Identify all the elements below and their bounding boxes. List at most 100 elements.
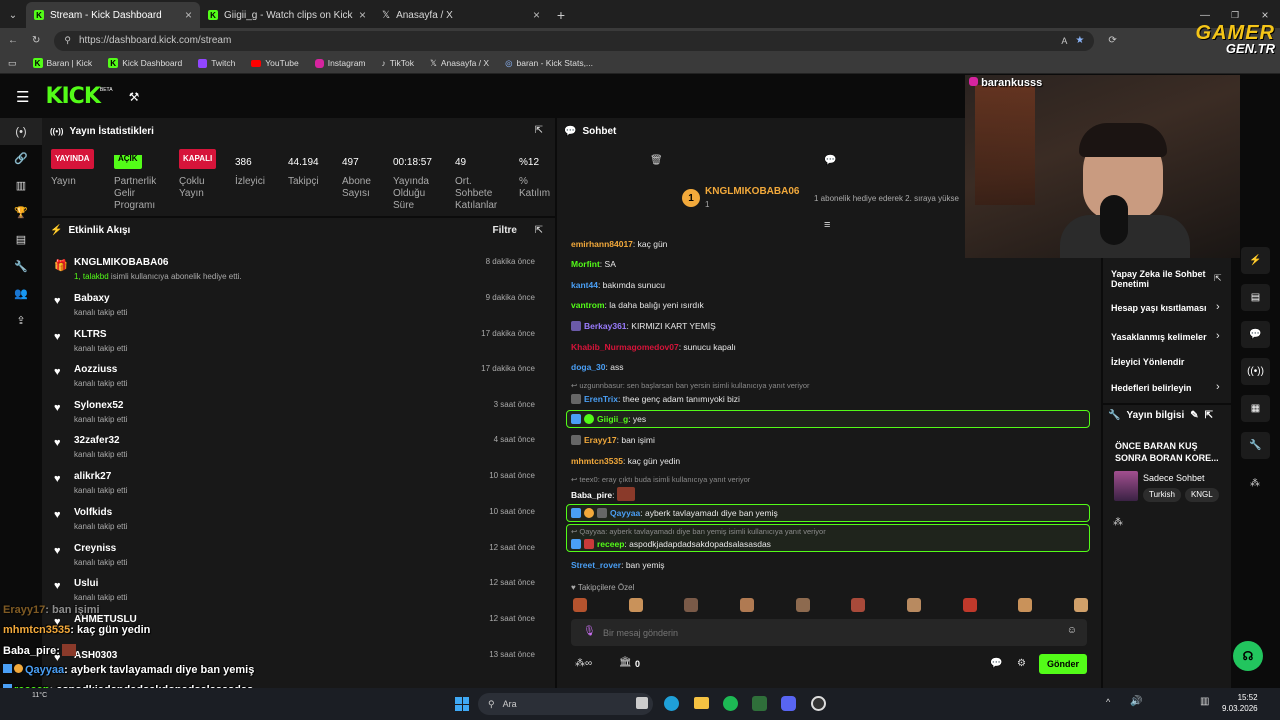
chat-username[interactable]: receep <box>597 539 624 549</box>
event-user[interactable]: 32zafer32 <box>74 435 120 446</box>
emote-icon[interactable] <box>1073 598 1088 612</box>
stream-icon[interactable]: (•) <box>0 118 42 145</box>
quick-action-wrench[interactable]: 🔧 <box>1241 432 1270 459</box>
chat-username[interactable]: vantrom <box>571 300 605 310</box>
event-user[interactable]: Aozziuss <box>74 364 117 375</box>
obs-icon[interactable] <box>811 696 826 711</box>
new-tab-button[interactable]: + <box>548 2 574 28</box>
emoji-icon[interactable]: ☺ <box>1067 625 1077 636</box>
video-icon[interactable]: ▤ <box>0 226 42 253</box>
close-tab-icon[interactable]: × <box>359 8 366 22</box>
chat-username[interactable]: ErenTrix <box>584 394 618 404</box>
read-aloud-icon[interactable]: A <box>1061 36 1067 46</box>
pinned-user[interactable]: KNGLMIKOBABA06 <box>705 186 799 197</box>
more-icon[interactable]: ⁂ <box>1113 517 1123 528</box>
edit-icon[interactable]: ✎ <box>1190 410 1198 421</box>
event-user[interactable]: KLTRS <box>74 329 107 340</box>
banned-words-item[interactable]: Yasaklanmış kelimeler <box>1111 332 1207 342</box>
support-button[interactable]: ☊ <box>1233 641 1263 671</box>
tray-chevron-icon[interactable]: ^ <box>1106 697 1110 707</box>
more-icon[interactable]: ⁂ <box>1250 478 1260 489</box>
emote-icon[interactable] <box>1018 598 1033 612</box>
chat-username[interactable]: Berkay361 <box>584 321 627 331</box>
explorer-icon[interactable] <box>694 697 709 709</box>
chat-username[interactable]: Street_rover <box>571 560 621 570</box>
viewer-redirect-item[interactable]: İzleyici Yönlendir <box>1111 357 1184 367</box>
gear-icon[interactable]: ⚙ <box>1017 658 1026 669</box>
bookmark-kick-stats[interactable]: ◎ baran - Kick Stats,... <box>505 58 593 69</box>
chat-settings-icon[interactable]: 💬 <box>990 658 1002 669</box>
spotify-icon[interactable] <box>723 696 738 711</box>
link-icon[interactable]: 🔗 <box>0 145 42 172</box>
event-user[interactable]: Creyniss <box>74 543 116 554</box>
quick-action-broadcast[interactable]: ((•)) <box>1241 358 1270 385</box>
bookmark-twitch[interactable]: Twitch <box>198 58 235 68</box>
emote-icon[interactable] <box>962 598 977 612</box>
tag-chip[interactable]: Turkish <box>1143 488 1181 502</box>
taskbar-search[interactable]: ⚲ Ara <box>478 693 653 715</box>
emote-icon[interactable] <box>573 598 587 612</box>
trash-icon[interactable]: 🗑 <box>650 155 663 166</box>
quick-action-media[interactable]: ▦ <box>1241 395 1270 422</box>
emote-icon[interactable] <box>851 598 866 612</box>
points-icon[interactable]: ⁂∞ <box>575 658 592 669</box>
chat-username[interactable]: Giigii_g <box>597 414 628 424</box>
site-info-icon[interactable]: ⚲ <box>64 35 71 46</box>
chat-username[interactable]: Qayyaa <box>610 508 640 518</box>
account-age-item[interactable]: Hesap yaşı kısıtlaması <box>1111 303 1207 313</box>
chevron-right-icon[interactable]: › <box>1216 330 1220 342</box>
chat-username[interactable]: doga_30 <box>571 362 606 372</box>
event-user[interactable]: alikrk27 <box>74 471 111 482</box>
bookmark-kick-dashboard[interactable]: K Kick Dashboard <box>108 58 182 68</box>
tab-list-button[interactable]: ⌄ <box>0 2 26 28</box>
chat-username[interactable]: emirhann84017 <box>571 239 633 249</box>
category-name[interactable]: Sadece Sohbet <box>1143 473 1205 483</box>
quick-action-notes[interactable]: ▤ <box>1241 284 1270 311</box>
popout-icon[interactable]: ⇱ <box>1205 410 1213 421</box>
emote-icon[interactable] <box>628 598 643 612</box>
users-icon[interactable]: 👥 <box>0 280 42 307</box>
ai-moderation-item[interactable]: Yapay Zeka ile Sohbet Denetimi <box>1111 269 1211 289</box>
refresh-icon[interactable]: ↻ <box>32 35 40 46</box>
chat-message-input[interactable] <box>603 623 1053 642</box>
chat-username[interactable]: Morfint <box>571 259 600 269</box>
send-button[interactable]: Gönder <box>1039 654 1087 674</box>
chat-username[interactable]: kant44 <box>571 280 598 290</box>
chevron-right-icon[interactable]: › <box>1216 381 1220 393</box>
task-view-icon[interactable] <box>636 697 648 709</box>
event-user[interactable]: Volfkids <box>74 507 112 518</box>
start-icon[interactable] <box>455 697 469 711</box>
clock[interactable]: 15:52 9.03.2026 <box>1222 692 1258 714</box>
upload-icon[interactable]: ⇪ <box>0 307 42 334</box>
bookmark-instagram[interactable]: Instagram <box>314 58 366 68</box>
vault-icon[interactable]: 🏛 <box>619 657 632 668</box>
bookmark-x[interactable]: 𝕏 Anasayfa / X <box>430 58 489 69</box>
tab-x[interactable]: 𝕏 Anasayfa / X × <box>374 2 548 28</box>
event-user[interactable]: ASH0303 <box>74 650 117 661</box>
menu-icon[interactable]: ☰ <box>16 88 29 106</box>
weather-widget[interactable]: 11°C <box>32 692 47 699</box>
edge-icon[interactable] <box>664 696 679 711</box>
chat-username[interactable]: Erayy17 <box>584 435 617 445</box>
chat-input-box[interactable]: 🎙 ☺ <box>571 619 1087 646</box>
collapse-icon[interactable]: ≡ <box>824 219 830 231</box>
back-icon[interactable]: ← <box>8 35 18 46</box>
bookmark-tiktok[interactable]: ♪ TikTok <box>382 58 415 68</box>
set-goals-item[interactable]: Hedefleri belirleyin <box>1111 383 1192 393</box>
chat-mode-icon[interactable]: 💬 <box>824 155 836 166</box>
emote-icon[interactable] <box>795 598 810 612</box>
analytics-icon[interactable]: ▥ <box>0 172 42 199</box>
popout-icon[interactable]: ⇱ <box>535 125 543 136</box>
tag-chip[interactable]: KNGL <box>1184 488 1219 502</box>
app-icon[interactable] <box>752 696 767 711</box>
tab-stream-dashboard[interactable]: K Stream - Kick Dashboard × <box>26 2 200 28</box>
kick-logo[interactable]: KICK <box>45 84 100 109</box>
external-link-icon[interactable]: ⇱ <box>1214 273 1222 284</box>
url-field[interactable]: ⚲ https://dashboard.kick.com/stream A ★ <box>54 30 1095 51</box>
trophy-icon[interactable]: 🏆 <box>0 199 42 226</box>
volume-icon[interactable]: 🔊 <box>1130 696 1142 707</box>
emote-icon[interactable] <box>739 598 754 612</box>
tab-clips[interactable]: K Giigii_g - Watch clips on Kick × <box>200 2 374 28</box>
chat-username[interactable]: mhmtcn3535 <box>571 456 623 466</box>
event-user[interactable]: Sylonex52 <box>74 400 123 411</box>
